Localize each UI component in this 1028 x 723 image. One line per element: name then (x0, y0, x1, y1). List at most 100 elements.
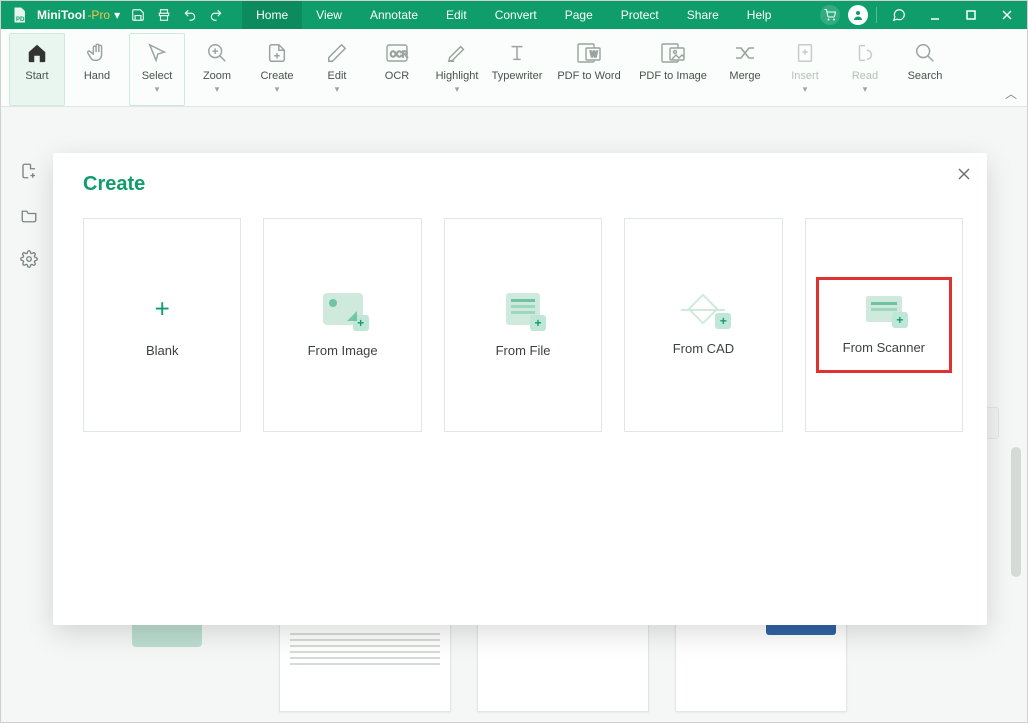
tool-label: Zoom (203, 70, 231, 82)
app-dropdown[interactable]: ▾ (114, 8, 120, 22)
tool-label: Insert (791, 70, 819, 82)
menu-annotate[interactable]: Annotate (356, 1, 432, 29)
menu-home[interactable]: Home (242, 1, 302, 29)
minimize-button[interactable] (921, 1, 949, 29)
svg-text:PDF: PDF (16, 17, 28, 23)
menubar: Home View Annotate Edit Convert Page Pro… (242, 1, 785, 29)
create-from-cad[interactable]: + From CAD (624, 218, 782, 432)
tool-label: PDF to Word (557, 70, 620, 82)
tool-select[interactable]: Select ▾ (129, 33, 185, 106)
menu-help[interactable]: Help (733, 1, 786, 29)
close-button[interactable] (993, 1, 1021, 29)
chevron-down-icon: ▾ (275, 84, 280, 95)
menu-share[interactable]: Share (673, 1, 733, 29)
menu-page[interactable]: Page (551, 1, 607, 29)
ribbon: Start Hand Select ▾ Zoom ▾ Create ▾ Edit… (1, 29, 1027, 107)
maximize-button[interactable] (957, 1, 985, 29)
tool-hand[interactable]: Hand (69, 33, 125, 106)
word-icon: W (576, 40, 602, 66)
chevron-down-icon: ▾ (155, 84, 160, 95)
svg-text:OCR: OCR (390, 50, 408, 59)
image-icon (660, 40, 686, 66)
card-label: From File (496, 343, 551, 358)
menu-protect[interactable]: Protect (607, 1, 673, 29)
create-from-image[interactable]: + From Image (263, 218, 421, 432)
blank-icon (142, 293, 182, 325)
close-icon[interactable] (955, 165, 973, 183)
tool-label: OCR (385, 70, 409, 82)
tool-label: Read (852, 70, 878, 82)
redo-icon[interactable] (208, 7, 224, 23)
tool-pdf-to-image[interactable]: PDF to Image (633, 33, 713, 106)
chevron-down-icon: ▾ (863, 84, 868, 95)
left-rail (1, 107, 57, 722)
rail-settings-icon[interactable] (19, 249, 39, 269)
tool-read[interactable]: Read ▾ (837, 33, 893, 106)
card-label: From Scanner (843, 340, 925, 355)
card-label: From CAD (673, 341, 734, 356)
rail-new-file-icon[interactable] (19, 161, 39, 181)
menu-view[interactable]: View (302, 1, 356, 29)
tool-label: Edit (328, 70, 347, 82)
create-from-scanner[interactable]: + From Scanner (805, 218, 963, 432)
plus-icon: + (715, 313, 731, 329)
app-logo: PDF (7, 3, 31, 27)
card-label: From Image (308, 343, 378, 358)
cad-icon: + (681, 295, 725, 323)
undo-icon[interactable] (182, 7, 198, 23)
create-options: Blank + From Image + From File + From CA… (83, 218, 963, 432)
tool-zoom[interactable]: Zoom ▾ (189, 33, 245, 106)
tool-label: Hand (84, 70, 110, 82)
titlebar-right (820, 1, 1027, 29)
create-icon (264, 40, 290, 66)
workspace: Create Blank + From Image + From File + … (1, 107, 1027, 722)
modal-title: Create (83, 173, 963, 196)
zoom-icon (204, 40, 230, 66)
tool-highlight[interactable]: Highlight ▾ (429, 33, 485, 106)
tool-typewriter[interactable]: Typewriter (489, 33, 545, 106)
create-blank[interactable]: Blank (83, 218, 241, 432)
cursor-icon (144, 40, 170, 66)
create-modal: Create Blank + From Image + From File + … (53, 153, 987, 625)
chevron-down-icon: ▾ (335, 84, 340, 95)
tool-create[interactable]: Create ▾ (249, 33, 305, 106)
ocr-icon: OCR (384, 40, 410, 66)
save-icon[interactable] (130, 7, 146, 23)
insert-icon (792, 40, 818, 66)
card-label: Blank (146, 343, 179, 358)
file-icon: + (506, 293, 540, 325)
create-from-file[interactable]: + From File (444, 218, 602, 432)
tool-insert[interactable]: Insert ▾ (777, 33, 833, 106)
tool-label: Typewriter (492, 70, 543, 82)
print-icon[interactable] (156, 7, 172, 23)
chevron-down-icon: ▾ (455, 84, 460, 95)
plus-icon: + (892, 312, 908, 328)
user-icon[interactable] (848, 5, 868, 25)
tool-label: Start (25, 70, 48, 82)
tool-label: Merge (729, 70, 760, 82)
tool-merge[interactable]: Merge (717, 33, 773, 106)
typewriter-icon (504, 40, 530, 66)
rail-folder-icon[interactable] (19, 205, 39, 225)
home-icon (24, 40, 50, 66)
tool-pdf-to-word[interactable]: W PDF to Word (549, 33, 629, 106)
search-icon (912, 40, 938, 66)
chevron-down-icon: ▾ (215, 84, 220, 95)
tool-label: PDF to Image (639, 70, 707, 82)
ribbon-collapse[interactable]: ︿ (1005, 85, 1017, 102)
tool-search[interactable]: Search (897, 33, 953, 106)
merge-icon (732, 40, 758, 66)
highlight-icon (444, 40, 470, 66)
quick-access-toolbar (130, 7, 224, 23)
tool-edit[interactable]: Edit ▾ (309, 33, 365, 106)
feedback-icon[interactable] (885, 1, 913, 29)
menu-convert[interactable]: Convert (481, 1, 551, 29)
tool-ocr[interactable]: OCR OCR (369, 33, 425, 106)
cart-icon[interactable] (820, 5, 840, 25)
tool-label: Search (908, 70, 943, 82)
edit-icon (324, 40, 350, 66)
menu-edit[interactable]: Edit (432, 1, 481, 29)
plus-icon: + (530, 315, 546, 331)
tool-start[interactable]: Start (9, 33, 65, 106)
scrollbar[interactable] (1011, 447, 1021, 577)
